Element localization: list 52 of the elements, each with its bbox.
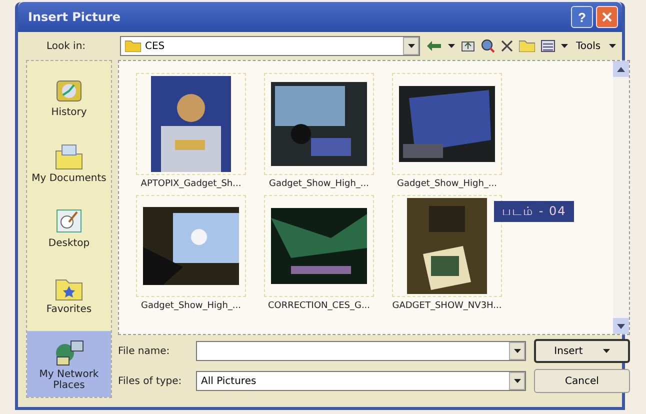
thumbnail-frame[interactable] — [264, 73, 374, 175]
sidebar-item[interactable]: History — [27, 69, 111, 124]
file-name-label: Gadget_Show_High_... — [268, 179, 370, 189]
sidebar-item[interactable]: Desktop — [27, 200, 111, 255]
folder-icon — [125, 40, 141, 52]
file-name-label: GADGET_SHOW_NV3H... — [392, 301, 502, 311]
help-button[interactable]: ? — [571, 6, 593, 28]
caret-icon — [408, 44, 414, 48]
window-title: Insert Picture — [28, 10, 122, 24]
close-icon — [601, 11, 613, 23]
views-icon[interactable] — [541, 40, 555, 52]
thumbnail-frame[interactable] — [392, 73, 502, 175]
tools-menu[interactable]: Tools — [574, 40, 603, 52]
file-name-label: Gadget_Show_High_... — [140, 301, 242, 311]
file-name-label: CORRECTION_CES_G... — [268, 301, 370, 311]
new-folder-icon[interactable] — [519, 40, 535, 52]
caret-icon — [608, 44, 616, 48]
sidebar-label: My Network Places — [38, 369, 100, 391]
figure-caption: படம் - 04 — [494, 201, 574, 222]
sidebar-label: My Documents — [32, 172, 106, 184]
thumbnail-frame[interactable] — [136, 195, 246, 297]
close-button[interactable] — [596, 6, 618, 28]
back-arrow-icon[interactable] — [426, 40, 442, 52]
look-in-dropdown[interactable]: CES — [120, 36, 420, 56]
sidebar-label: Desktop — [48, 238, 90, 249]
look-in-label: Look in: — [45, 40, 87, 52]
caret-icon — [602, 349, 610, 353]
caret-icon — [514, 379, 520, 383]
scroll-down-icon[interactable] — [617, 324, 625, 328]
sidebar-item[interactable]: My Network Places — [27, 331, 111, 397]
thumbnail-frame[interactable] — [392, 195, 502, 297]
caret-icon — [448, 44, 455, 48]
up-folder-icon[interactable] — [461, 40, 475, 52]
file-name-label: File name: — [118, 346, 171, 356]
sidebar-item[interactable]: Favorites — [27, 266, 111, 320]
cancel-button[interactable]: Cancel — [534, 369, 630, 393]
scroll-up-icon[interactable] — [617, 66, 625, 72]
scrollbar[interactable] — [613, 61, 629, 334]
insert-button[interactable]: Insert — [534, 339, 630, 363]
file-name-field[interactable] — [196, 341, 526, 361]
files-of-type-label: Files of type: — [118, 376, 183, 386]
sidebar-label: History — [51, 107, 87, 118]
files-of-type-dropdown[interactable]: All Pictures — [196, 371, 526, 391]
thumbnail-frame[interactable] — [136, 73, 246, 175]
caret-icon — [561, 44, 568, 48]
file-name-label: APTOPIX_Gadget_Sh... — [140, 179, 242, 189]
delete-icon[interactable] — [501, 40, 513, 52]
caret-icon — [514, 349, 520, 353]
thumbnail-frame[interactable] — [264, 195, 374, 297]
file-name-label: Gadget_Show_High_... — [396, 179, 498, 189]
sidebar-label: Favorites — [46, 304, 92, 314]
sidebar-item[interactable]: My Documents — [27, 134, 111, 190]
